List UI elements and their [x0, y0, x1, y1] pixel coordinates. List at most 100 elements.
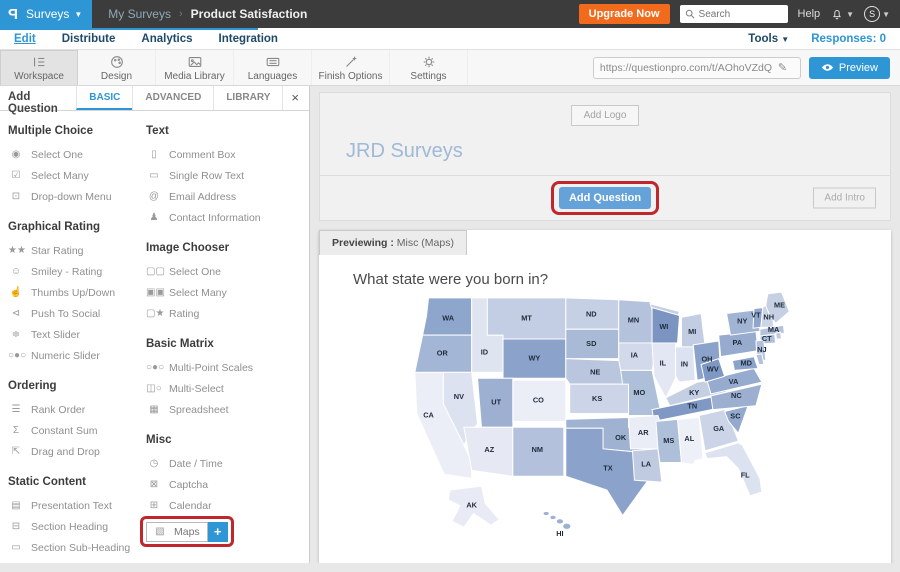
bell-icon — [830, 7, 844, 21]
add-intro-button[interactable]: Add Intro — [813, 188, 876, 209]
single-row-icon: ▭ — [146, 170, 162, 181]
panel-item-presentation-text[interactable]: ▤Presentation Text — [8, 495, 146, 516]
panel-item-text-slider[interactable]: ≑Text Slider — [8, 324, 146, 345]
panel-tab-library[interactable]: LIBRARY — [213, 86, 282, 110]
map-state-hi-island[interactable] — [550, 515, 556, 519]
previewing-label-rest: Misc (Maps) — [394, 237, 454, 249]
notifications-menu[interactable]: ▼ — [830, 7, 854, 21]
map-state-label-ia: IA — [631, 351, 639, 360]
panel-tab-advanced[interactable]: ADVANCED — [132, 86, 213, 110]
map-state-hi-island[interactable] — [563, 523, 571, 529]
panel-item-multi-select[interactable]: ◫○Multi-Select — [146, 378, 304, 399]
app-switcher-surveys[interactable]: Surveys ▼ — [26, 7, 82, 21]
survey-url-box[interactable]: ✎ — [593, 57, 801, 79]
map-state-label-nv: NV — [454, 392, 464, 401]
map-state-label-mi: MI — [688, 327, 696, 336]
panel-item-select-one[interactable]: ◉Select One — [8, 144, 146, 165]
help-link[interactable]: Help — [798, 8, 821, 20]
search-input[interactable] — [699, 9, 779, 20]
account-menu[interactable]: S ▼ — [864, 6, 890, 22]
panel-section-graphical-rating: Graphical Rating★★Star Rating☺Smiley - R… — [8, 221, 146, 366]
top-app-bar: P Surveys ▼ My Surveys › Product Satisfa… — [0, 0, 900, 28]
search-icon — [685, 9, 695, 19]
map-state-hi-island[interactable] — [543, 512, 549, 516]
preview-button[interactable]: Preview — [809, 57, 890, 79]
map-state-hi-island[interactable] — [556, 519, 563, 524]
panel-item-label: Maps — [174, 526, 200, 538]
add-question-button[interactable]: Add Question — [559, 187, 651, 209]
panel-tab-basic[interactable]: BASIC — [76, 86, 132, 110]
us-choropleth-map[interactable]: WAORIDMTWYNVCAUTCOAZNMNDSDNEKSOKTXMNIAMO… — [399, 290, 811, 540]
toolbar-languages[interactable]: Languages — [234, 50, 312, 85]
panel-item-calendar[interactable]: ⊞Calendar — [146, 495, 304, 516]
panel-item-constant-sum[interactable]: ΣConstant Sum — [8, 420, 146, 441]
add-logo-button[interactable]: Add Logo — [571, 105, 640, 126]
breadcrumb-my-surveys[interactable]: My Surveys — [108, 7, 171, 21]
nav-item-edit[interactable]: Edit — [14, 30, 36, 48]
finish-options-icon — [343, 54, 359, 70]
maps-icon: ▧ — [152, 526, 168, 537]
map-state-label-nd: ND — [586, 309, 597, 318]
survey-url-input[interactable] — [600, 62, 772, 74]
app-switcher-label: Surveys — [26, 7, 69, 21]
survey-title[interactable]: JRD Surveys — [320, 126, 890, 175]
tools-menu[interactable]: Tools ▼ — [748, 33, 789, 45]
toolbar-media-library[interactable]: Media Library — [156, 50, 234, 85]
panel-item-select-many[interactable]: ▣▣Select Many — [146, 282, 304, 303]
panel-item-rating[interactable]: ▢★Rating — [146, 303, 304, 324]
panel-item-star-rating[interactable]: ★★Star Rating — [8, 240, 146, 261]
panel-item-push-to-social[interactable]: ⊲Push To Social — [8, 303, 146, 324]
panel-item-contact-information[interactable]: ♟Contact Information — [146, 207, 304, 228]
panel-item-captcha[interactable]: ⊠Captcha — [146, 474, 304, 495]
chevron-down-icon: ▼ — [781, 35, 789, 44]
add-maps-question-button[interactable]: + — [208, 522, 228, 542]
nav-item-analytics[interactable]: Analytics — [141, 30, 192, 48]
panel-item-label: Rating — [169, 308, 199, 320]
edit-url-icon[interactable]: ✎ — [778, 61, 787, 74]
panel-item-numeric-slider[interactable]: ○●○Numeric Slider — [8, 345, 146, 366]
upgrade-now-button[interactable]: Upgrade Now — [579, 4, 670, 24]
languages-icon — [265, 54, 281, 70]
panel-item-maps[interactable]: ▧ Maps — [146, 522, 208, 542]
panel-item-label: Multi-Select — [169, 383, 224, 395]
panel-section-ordering: Ordering☰Rank OrderΣConstant Sum⇱Drag an… — [8, 380, 146, 462]
toolbar-workspace[interactable]: Workspace — [0, 50, 78, 85]
panel-item-select-one[interactable]: ▢▢Select One — [146, 261, 304, 282]
panel-item-multi-point-scales[interactable]: ○●○Multi-Point Scales — [146, 357, 304, 378]
panel-item-label: Section Heading — [31, 521, 108, 533]
toolbar-finish-options[interactable]: Finish Options — [312, 50, 390, 85]
map-state-label-ks: KS — [592, 394, 602, 403]
panel-item-drop-down-menu[interactable]: ⊡Drop-down Menu — [8, 186, 146, 207]
panel-item-section-sub-heading[interactable]: ▭Section Sub-Heading — [8, 537, 146, 558]
search-box[interactable] — [680, 5, 788, 23]
panel-item-section-heading[interactable]: ⊟Section Heading — [8, 516, 146, 537]
panel-item-smiley-rating[interactable]: ☺Smiley - Rating — [8, 261, 146, 282]
panel-item-email-address[interactable]: @Email Address — [146, 186, 304, 207]
star-rating-icon: ★★ — [8, 245, 24, 256]
map-state-label-wv: WV — [707, 364, 719, 373]
map-state-FL[interactable] — [705, 443, 762, 496]
toolbar-design[interactable]: Design — [78, 50, 156, 85]
map-state-unlabeled[interactable] — [756, 354, 764, 365]
workspace-icon — [31, 54, 47, 70]
close-icon[interactable]: × — [282, 86, 309, 110]
panel-item-single-row-text[interactable]: ▭Single Row Text — [146, 165, 304, 186]
toolbar-button-label: Settings — [410, 71, 446, 82]
nav-item-distribute[interactable]: Distribute — [62, 30, 116, 48]
map-state-label-pa: PA — [733, 338, 743, 347]
responses-link[interactable]: Responses: 0 — [811, 33, 886, 45]
panel-item-date-time[interactable]: ◷Date / Time — [146, 453, 304, 474]
panel-item-thumbs-up-down[interactable]: ☝Thumbs Up/Down — [8, 282, 146, 303]
toolbar-settings[interactable]: Settings — [390, 50, 468, 85]
panel-section-basic-matrix: Basic Matrix○●○Multi-Point Scales◫○Multi… — [146, 338, 304, 420]
panel-item-comment-box[interactable]: ▯Comment Box — [146, 144, 304, 165]
panel-item-label: Push To Social — [31, 308, 100, 320]
design-icon — [109, 54, 125, 70]
panel-item-rank-order[interactable]: ☰Rank Order — [8, 399, 146, 420]
panel-item-drag-and-drop[interactable]: ⇱Drag and Drop — [8, 441, 146, 462]
map-state-label-al: AL — [684, 434, 694, 443]
brand-block[interactable]: P Surveys ▼ — [0, 0, 92, 28]
panel-item-select-many[interactable]: ☑Select Many — [8, 165, 146, 186]
nav-item-integration[interactable]: Integration — [219, 30, 278, 48]
panel-item-spreadsheet[interactable]: ▦Spreadsheet — [146, 399, 304, 420]
